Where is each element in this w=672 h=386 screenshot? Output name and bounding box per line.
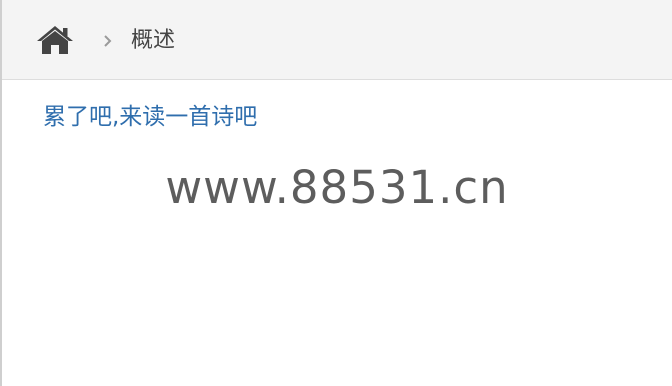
home-icon [37, 26, 73, 54]
site-url-text: www.88531.cn [165, 161, 509, 214]
breadcrumb: 概述 [2, 0, 672, 80]
chevron-right-icon [104, 35, 112, 47]
page: 概述 累了吧,来读一首诗吧 www.88531.cn [0, 0, 672, 386]
main-content: 累了吧,来读一首诗吧 www.88531.cn [2, 81, 672, 386]
home-link[interactable] [36, 24, 74, 56]
poem-link[interactable]: 累了吧,来读一首诗吧 [43, 100, 257, 134]
breadcrumb-current: 概述 [131, 28, 176, 53]
